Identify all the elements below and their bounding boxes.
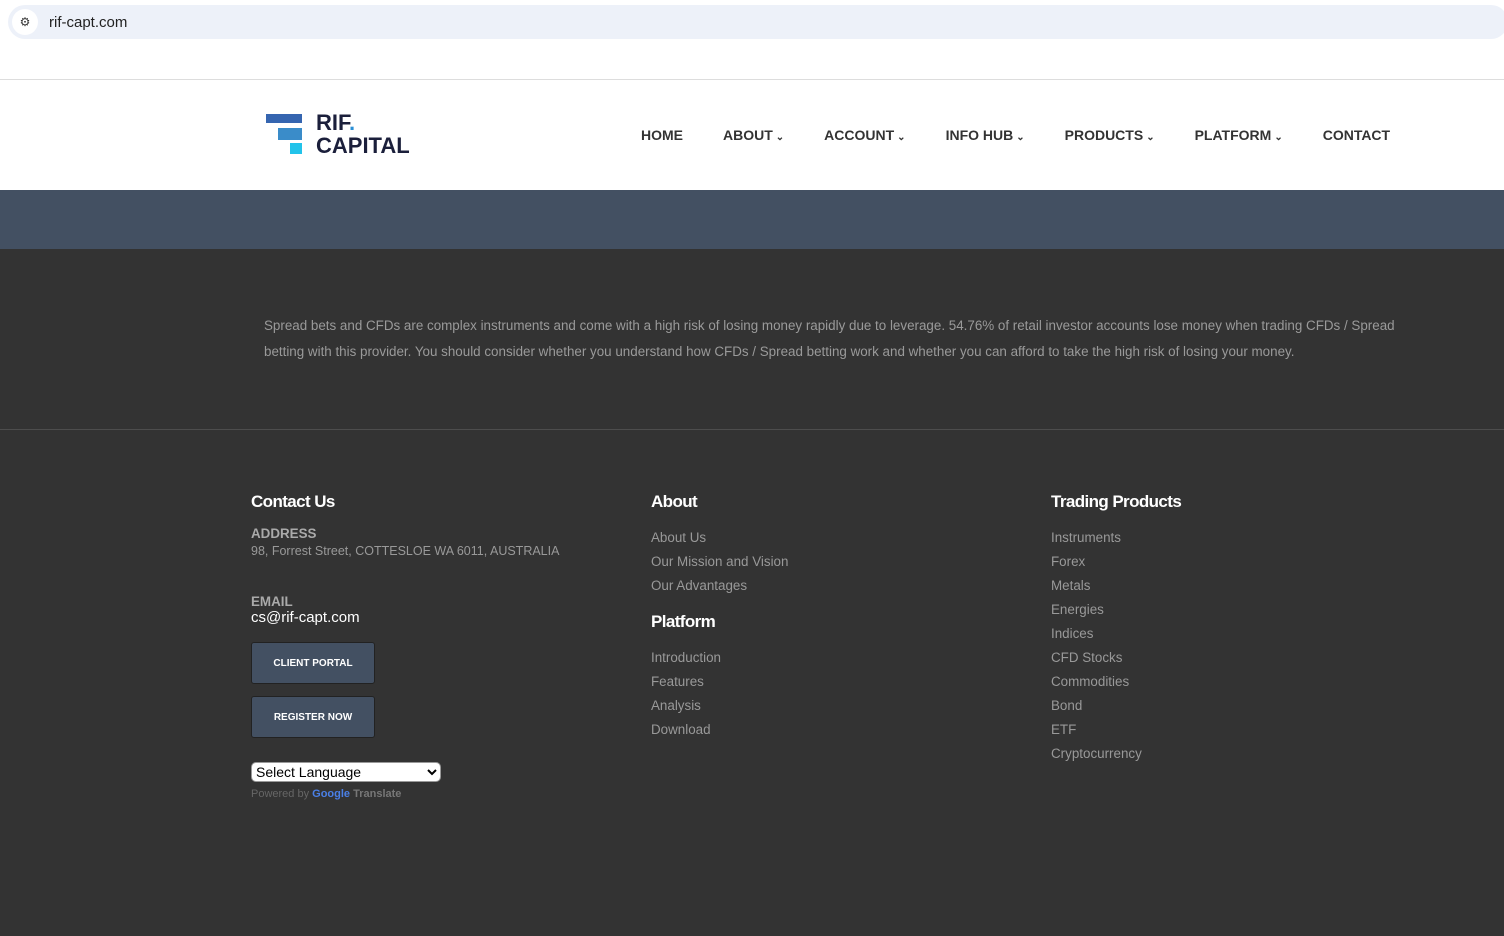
address-value: 98, Forrest Street, COTTESLOE WA 6011, A… (251, 544, 560, 558)
products-link[interactable]: Cryptocurrency (1051, 742, 1181, 766)
contact-title: Contact Us (251, 492, 335, 511)
nav-label: PLATFORM (1194, 127, 1272, 143)
platform-link[interactable]: Features (651, 670, 788, 694)
logo-dot: . (349, 110, 356, 135)
hero-band (0, 190, 1504, 249)
nav-account[interactable]: ACCOUNT ⌄ (824, 127, 905, 143)
client-portal-button[interactable]: CLIENT PORTAL (251, 642, 375, 684)
nav-label: ABOUT (723, 127, 773, 143)
platform-title: Platform (651, 612, 716, 631)
products-link[interactable]: Metals (1051, 574, 1181, 598)
nav-label: INFO HUB (945, 127, 1014, 143)
email-link[interactable]: cs@rif-capt.com (251, 609, 559, 626)
chevron-down-icon: ⌄ (1016, 132, 1025, 143)
products-link[interactable]: Commodities (1051, 670, 1181, 694)
language-select[interactable]: Select Language (251, 762, 441, 782)
platform-link[interactable]: Introduction (651, 646, 788, 670)
about-link[interactable]: Our Mission and Vision (651, 550, 788, 574)
products-link[interactable]: Energies (1051, 598, 1181, 622)
products-title: Trading Products (1051, 492, 1182, 511)
products-column: Trading Products Instruments Forex Metals E… (1051, 492, 1182, 766)
risk-warning: Spread bets and CFDs are complex instrum… (264, 318, 1395, 359)
site-settings-icon[interactable]: ⚙ (12, 9, 38, 35)
products-link[interactable]: CFD Stocks (1051, 646, 1181, 670)
products-link[interactable]: Instruments (1051, 526, 1181, 550)
translate-link[interactable]: Translate (353, 788, 401, 800)
nav-home[interactable]: HOME (641, 127, 683, 143)
nav-label: CONTACT (1322, 127, 1391, 143)
nav-platform[interactable]: PLATFORM ⌄ (1195, 127, 1283, 143)
products-link[interactable]: Forex (1051, 550, 1181, 574)
address-label: ADDRESS (251, 526, 317, 541)
platform-link[interactable]: Download (651, 718, 788, 742)
powered-by: Powered by Google Translate (251, 788, 402, 800)
site-header: RIF. CAPITAL HOME ABOUT ⌄ ACCOUNT ⌄ INFO HUB ⌄ P… (0, 80, 1504, 190)
chevron-down-icon: ⌄ (1146, 132, 1155, 143)
nav-info-hub[interactable]: INFO HUB ⌄ (946, 127, 1025, 143)
platform-link[interactable]: Analysis (651, 694, 788, 718)
nav-about[interactable]: ABOUT ⌄ (723, 127, 784, 143)
google-logo: Google (312, 788, 351, 800)
about-link[interactable]: Our Advantages (651, 574, 788, 598)
nav-label: ACCOUNT (824, 127, 895, 143)
products-link[interactable]: Bond (1051, 694, 1181, 718)
logo-text: RIF (316, 110, 349, 135)
about-link[interactable]: About Us (651, 526, 788, 550)
email-label: EMAIL (251, 594, 293, 609)
nav-contact[interactable]: CONTACT (1323, 127, 1390, 143)
chevron-down-icon: ⌄ (897, 132, 906, 143)
browser-chrome: ⚙ rif-capt.com (0, 0, 1504, 80)
register-now-button[interactable]: REGISTER NOW (251, 696, 375, 738)
logo-text-2: CAPITAL (316, 133, 410, 158)
chevron-down-icon: ⌄ (775, 132, 785, 143)
chevron-down-icon: ⌄ (1274, 132, 1283, 143)
products-link[interactable]: Indices (1051, 622, 1181, 646)
products-link[interactable]: ETF (1051, 718, 1181, 742)
about-title: About (651, 492, 698, 511)
nav-label: HOME (641, 127, 683, 143)
divider (0, 429, 1504, 430)
url-text: rif-capt.com (49, 13, 128, 31)
nav-label: PRODUCTS (1064, 127, 1144, 143)
about-column: About About Us Our Mission and Vision Our … (651, 492, 788, 742)
contact-column: Contact Us ADDRESS 98, Forrest Street, C… (251, 492, 559, 800)
main-nav: HOME ABOUT ⌄ ACCOUNT ⌄ INFO HUB ⌄ PRODUCTS ⌄ PLAT… (641, 127, 1390, 143)
nav-products[interactable]: PRODUCTS ⌄ (1065, 127, 1155, 143)
address-bar[interactable]: ⚙ rif-capt.com (8, 5, 1504, 39)
